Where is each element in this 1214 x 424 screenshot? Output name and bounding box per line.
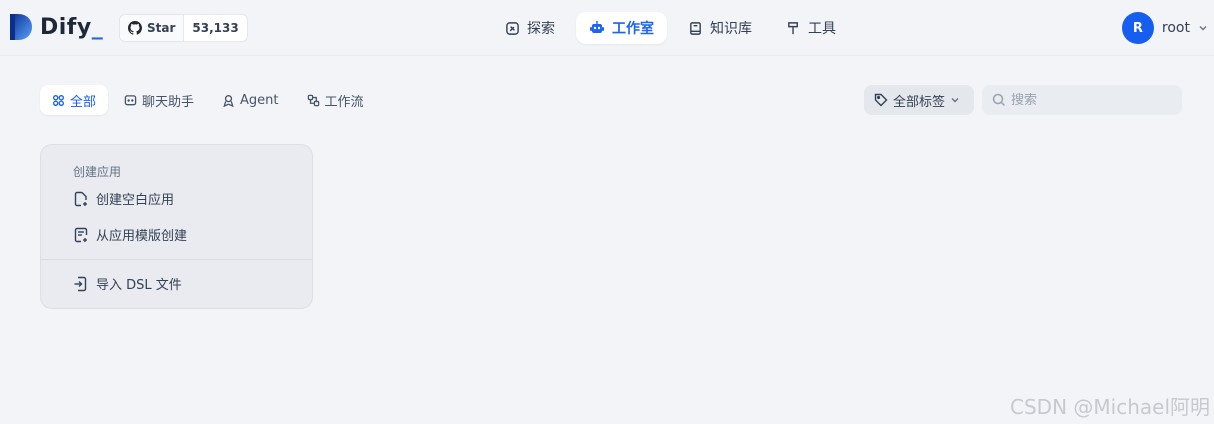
file-template-icon: [73, 227, 89, 243]
grid-icon: [52, 94, 65, 107]
user-menu[interactable]: R root: [1121, 12, 1208, 44]
chevron-down-icon: [950, 95, 960, 105]
nav-knowledge[interactable]: 知识库: [675, 12, 765, 44]
nav-tools-label: 工具: [808, 21, 836, 37]
tab-workflow[interactable]: 工作流: [295, 85, 376, 115]
nav-studio-label: 工作室: [612, 21, 654, 37]
avatar: R: [1121, 12, 1154, 44]
chevron-down-icon: [1198, 23, 1208, 33]
create-blank-app-label: 创建空白应用: [96, 193, 175, 208]
import-dsl-label: 导入 DSL 文件: [96, 278, 182, 293]
tab-agent[interactable]: Agent: [210, 85, 290, 115]
tab-chat-assistant-label: 聊天助手: [142, 94, 195, 110]
hammer-icon: [786, 21, 801, 36]
nav-studio[interactable]: 工作室: [576, 12, 667, 44]
nav-knowledge-label: 知识库: [710, 21, 752, 37]
user-name: root: [1161, 20, 1190, 36]
top-header: Dify_ Star 53,133 探索 工作室 知识库 工具 R root: [0, 0, 1214, 56]
book-icon: [688, 21, 703, 36]
explore-icon: [505, 21, 520, 36]
create-app-title: 创建应用: [73, 165, 122, 179]
watermark: CSDN @Michael阿明: [1010, 395, 1210, 419]
github-star-button[interactable]: Star 53,133: [119, 14, 248, 42]
nav-explore[interactable]: 探索: [492, 12, 568, 44]
search-input[interactable]: [1011, 92, 1161, 108]
tab-all[interactable]: 全部: [40, 85, 109, 115]
tab-agent-label: Agent: [240, 92, 279, 108]
dify-logo-icon: [8, 12, 34, 42]
create-app-card: 创建应用 创建空白应用 从应用模版创建 导入 DSL 文件: [40, 144, 313, 309]
github-star-count: 53,133: [192, 21, 239, 35]
tag-filter-label: 全部标签: [893, 94, 946, 110]
robot-icon: [589, 20, 605, 36]
workflow-icon: [307, 94, 320, 107]
nav-tools[interactable]: 工具: [773, 12, 849, 44]
dify-logo-text: Dify_: [40, 14, 104, 40]
tab-chat-assistant[interactable]: 聊天助手: [112, 85, 206, 115]
main-nav: 探索 工作室 知识库 工具: [492, 12, 849, 44]
file-plus-icon: [73, 191, 89, 207]
search-icon: [992, 93, 1006, 107]
agent-icon: [222, 94, 235, 107]
nav-explore-label: 探索: [527, 21, 555, 37]
tag-filter-select[interactable]: 全部标签: [864, 85, 974, 115]
github-star-label: Star: [147, 21, 176, 35]
dify-logo[interactable]: Dify_: [8, 12, 103, 42]
chat-icon: [124, 94, 137, 107]
import-dsl-button[interactable]: 导入 DSL 文件: [73, 274, 182, 293]
tab-workflow-label: 工作流: [324, 94, 364, 110]
search-box[interactable]: [982, 85, 1182, 115]
create-from-template-button[interactable]: 从应用模版创建: [73, 225, 187, 244]
tab-all-label: 全部: [70, 94, 97, 110]
github-icon: [128, 21, 142, 35]
github-star-label-wrap: Star: [120, 15, 185, 41]
tag-icon: [874, 93, 888, 107]
card-divider: [41, 259, 312, 260]
file-import-icon: [73, 276, 89, 292]
app-type-tabs: 全部 聊天助手 Agent 工作流: [40, 85, 376, 115]
create-blank-app-button[interactable]: 创建空白应用: [73, 189, 174, 208]
create-from-template-label: 从应用模版创建: [96, 229, 188, 244]
